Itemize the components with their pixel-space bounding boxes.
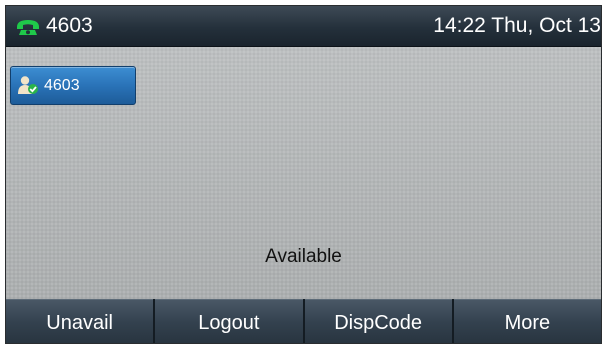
account-extension: 4603	[46, 14, 93, 37]
phone-screen: 4603 14:22 Thu, Oct 13 4603 Available Un…	[5, 5, 602, 344]
softkey-bar: Unavail Logout DispCode More	[6, 299, 601, 343]
handset-icon	[17, 20, 39, 35]
user-registered-icon	[18, 76, 38, 94]
softkey-more[interactable]: More	[453, 299, 601, 343]
softkey-logout[interactable]: Logout	[155, 299, 303, 343]
softkey-dispcode[interactable]: DispCode	[304, 299, 452, 343]
date-time: 14:22 Thu, Oct 13	[433, 14, 601, 37]
softkey-unavail[interactable]: Unavail	[6, 299, 154, 343]
line-key-4603[interactable]: 4603	[10, 66, 136, 105]
line-key-label: 4603	[44, 77, 80, 94]
agent-status-text: Available	[265, 246, 342, 267]
status-bar: 4603 14:22 Thu, Oct 13	[6, 6, 601, 47]
